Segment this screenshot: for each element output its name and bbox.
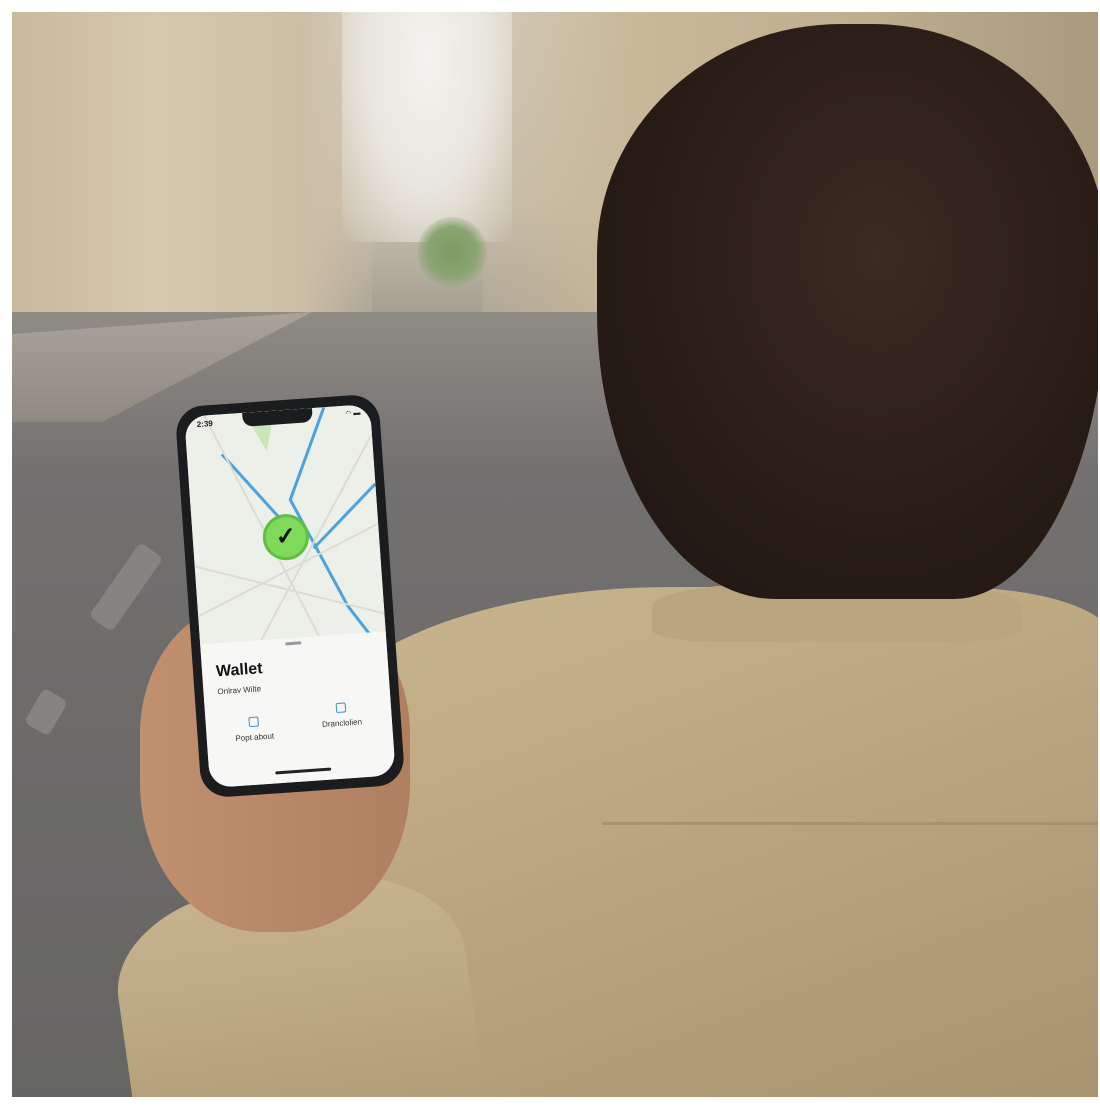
left-buildings — [12, 12, 372, 332]
distant-tree — [417, 217, 487, 287]
action-label-2: Dranclolien — [321, 717, 363, 730]
jacket-seam — [602, 822, 1098, 825]
action-button-1[interactable]: Popt about — [213, 714, 295, 745]
pin-icon — [248, 716, 260, 728]
sky — [342, 12, 512, 242]
smartphone: ✓ 2:39 ◠ ▬ Wallet Onlrav Wilte Popt abou… — [174, 393, 406, 799]
route-line — [220, 453, 283, 522]
sheet-handle[interactable] — [285, 641, 302, 646]
map-view[interactable]: ✓ — [184, 403, 386, 647]
directions-icon — [335, 702, 347, 714]
status-time: 2:39 — [196, 418, 214, 430]
phone-screen: ✓ 2:39 ◠ ▬ Wallet Onlrav Wilte Popt abou… — [184, 403, 396, 789]
home-indicator[interactable] — [275, 767, 332, 775]
action-label-1: Popt about — [235, 731, 275, 744]
sheet-subtitle: Onlrav Wilte — [217, 684, 262, 697]
sheet-title: Wallet — [215, 660, 264, 681]
route-line — [312, 482, 377, 550]
photo-frame: ✓ 2:39 ◠ ▬ Wallet Onlrav Wilte Popt abou… — [12, 12, 1098, 1097]
wifi-battery-icon: ◠ ▬ — [345, 409, 361, 418]
bottom-sheet: Wallet Onlrav Wilte Popt about Drancloli… — [200, 631, 396, 789]
person-hair — [597, 24, 1098, 599]
action-button-2[interactable]: Dranclolien — [301, 700, 383, 731]
